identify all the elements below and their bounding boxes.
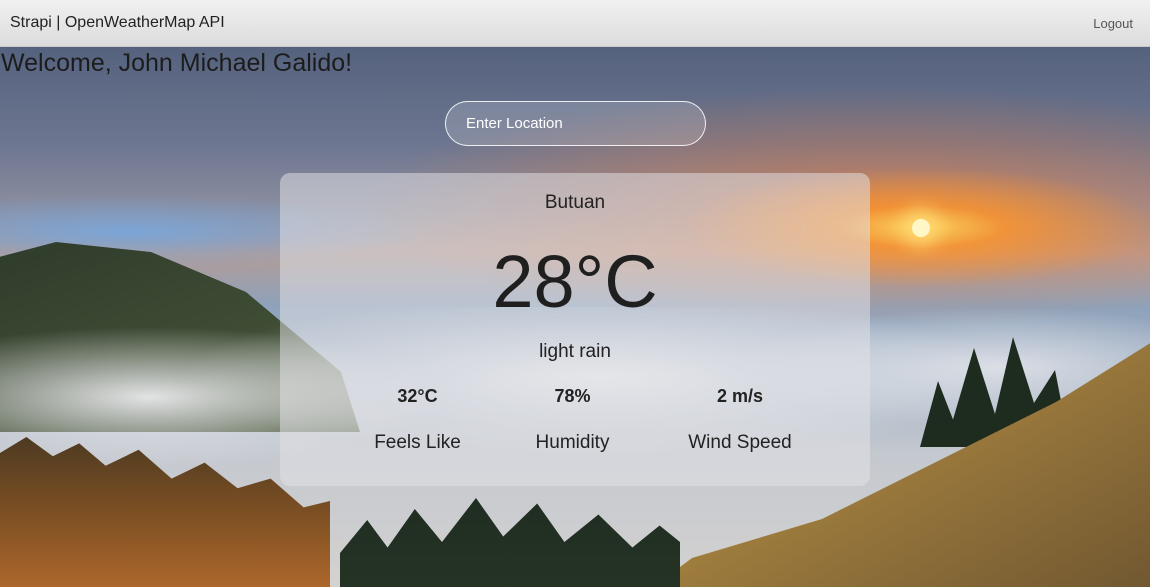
feels-like-stat: 32°C Feels Like: [340, 386, 495, 454]
wind-speed-stat: 2 m/s Wind Speed: [650, 386, 830, 454]
app-brand[interactable]: Strapi | OpenWeatherMap API: [10, 14, 225, 32]
feels-like-label: Feels Like: [374, 432, 461, 453]
top-navbar: Strapi | OpenWeatherMap API Logout: [0, 0, 1150, 47]
temperature-value: 28°C: [492, 240, 658, 323]
city-name: Butuan: [544, 192, 606, 213]
logout-link[interactable]: Logout: [1093, 16, 1133, 31]
weather-stats: 32°C Feels Like 78% Humidity 2 m/s Wind …: [280, 386, 870, 454]
weather-description: light rain: [539, 341, 611, 362]
humidity-stat: 78% Humidity: [495, 386, 650, 454]
wind-speed-label: Wind Speed: [688, 432, 792, 453]
feels-like-value: 32°C: [397, 386, 438, 406]
humidity-label: Humidity: [535, 432, 610, 453]
location-input[interactable]: [445, 101, 706, 146]
wind-speed-value: 2 m/s: [716, 386, 764, 406]
humidity-value: 78%: [554, 386, 591, 406]
sun: [912, 219, 930, 237]
welcome-heading: Welcome, John Michael Galido!: [1, 49, 353, 77]
weather-card: Butuan 28°C light rain 32°C Feels Like 7…: [280, 173, 870, 486]
